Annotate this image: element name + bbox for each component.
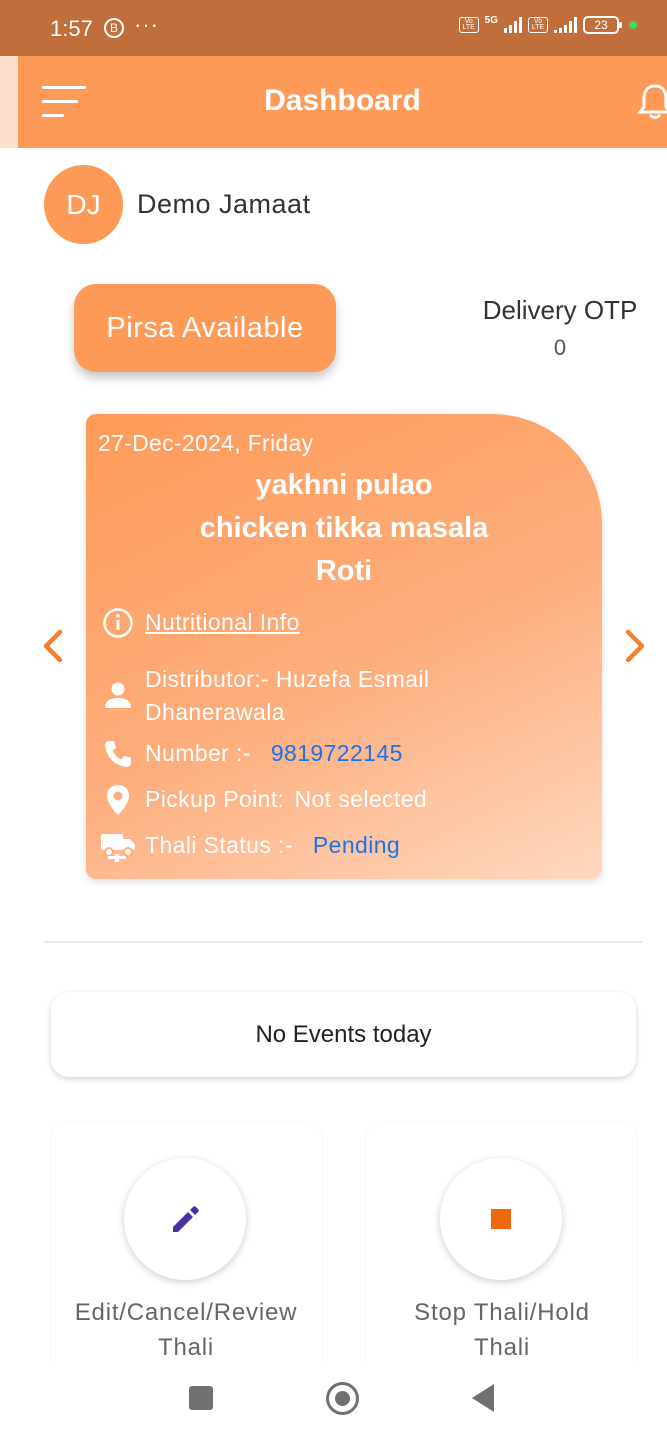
- volte-icon: Vo LTE: [458, 17, 479, 33]
- meal-date: 27-Dec-2024, Friday: [98, 430, 314, 456]
- stop-thali-label-line2: Thali: [473, 1334, 531, 1361]
- system-nav-bar: [0, 1362, 667, 1440]
- distributor-name-line2: Dhanerawala: [145, 699, 285, 725]
- thali-status-value: Pending: [312, 832, 401, 858]
- b-app-icon: B: [104, 18, 124, 38]
- network-type-label: 5G: [484, 15, 498, 26]
- back-button-icon[interactable]: [472, 1384, 494, 1412]
- status-time: 1:57: [50, 16, 93, 41]
- edit-thali-card[interactable]: Edit/Cancel/Review Thali: [51, 1123, 321, 1383]
- pickup-label: Pickup Point:: [145, 786, 285, 812]
- next-arrow-icon[interactable]: [620, 626, 650, 666]
- distributor-label: Distributor:-: [145, 666, 270, 692]
- distributor-phone-link[interactable]: 9819722145: [271, 736, 403, 770]
- notification-bell-icon[interactable]: [635, 82, 667, 122]
- distributor-row: Distributor:- Huzefa Esmail Dhanerawala: [100, 663, 429, 729]
- stop-thali-button[interactable]: [440, 1158, 562, 1280]
- edit-thali-label-line1: Edit/Cancel/Review: [74, 1299, 298, 1326]
- home-button-icon[interactable]: [326, 1382, 359, 1415]
- signal-icon-2: [554, 17, 577, 33]
- avatar: DJ: [44, 165, 123, 244]
- menu-items-list: yakhni pulao chicken tikka masala Roti: [86, 464, 602, 593]
- previous-arrow-icon[interactable]: [38, 626, 68, 666]
- number-row: Number :- 9819722145: [100, 736, 403, 772]
- stop-square-icon: [491, 1209, 511, 1229]
- phone-icon: [100, 736, 136, 772]
- status-indicators: Vo LTE 5G Vo LTE 23: [458, 15, 637, 34]
- edit-pencil-icon: [173, 1206, 199, 1232]
- menu-item: yakhni pulao: [255, 469, 433, 501]
- pickup-value: Not selected: [294, 786, 428, 812]
- meal-card[interactable]: 27-Dec-2024, Friday yakhni pulao chicken…: [86, 414, 602, 879]
- menu-item: chicken tikka masala: [199, 512, 489, 544]
- info-icon: [100, 605, 136, 641]
- app-bar: Dashboard: [18, 56, 667, 148]
- profile-name: Demo Jamaat: [137, 189, 311, 219]
- signal-icon: [504, 17, 522, 33]
- thali-status-label: Thali Status :-: [145, 832, 293, 858]
- stop-thali-label-line1: Stop Thali/Hold: [414, 1299, 590, 1326]
- edit-thali-button[interactable]: [124, 1158, 246, 1280]
- delivery-otp-label: Delivery OTP: [482, 295, 638, 325]
- events-card: No Events today: [51, 992, 636, 1077]
- person-icon: [100, 677, 136, 713]
- page-title: Dashboard: [264, 84, 421, 117]
- status-bar: 1:57 B ··· Vo LTE 5G Vo LTE 23: [0, 0, 667, 56]
- stop-thali-card[interactable]: Stop Thali/Hold Thali: [367, 1123, 637, 1383]
- delivery-otp-value: 0: [553, 335, 567, 360]
- delivery-van-icon: [100, 828, 136, 864]
- more-notifications-icon: ···: [134, 12, 159, 37]
- recents-button-icon[interactable]: [189, 1386, 213, 1410]
- distributor-name-line1: Huzefa Esmail: [275, 666, 430, 692]
- edit-thali-label: Edit/Cancel/Review Thali: [51, 1295, 321, 1365]
- menu-item: Roti: [315, 555, 373, 587]
- nutritional-info-link[interactable]: Nutritional Info: [145, 605, 300, 639]
- pirsa-available-button[interactable]: Pirsa Available: [74, 284, 336, 372]
- volte-icon-2: Vo LTE: [528, 17, 548, 33]
- edit-thali-label-line2: Thali: [157, 1334, 215, 1361]
- drawer-edge: [0, 56, 18, 148]
- battery-icon: 23: [583, 16, 622, 34]
- location-pin-icon: [100, 782, 136, 818]
- pickup-row: Pickup Point: Not selected: [100, 782, 427, 818]
- stop-thali-label: Stop Thali/Hold Thali: [367, 1295, 637, 1365]
- thali-status-row: Thali Status :- Pending: [100, 828, 400, 864]
- nutritional-info-row[interactable]: Nutritional Info: [100, 605, 300, 641]
- divider: [44, 941, 642, 943]
- number-label: Number :-: [145, 740, 251, 766]
- privacy-indicator-icon: [629, 21, 637, 29]
